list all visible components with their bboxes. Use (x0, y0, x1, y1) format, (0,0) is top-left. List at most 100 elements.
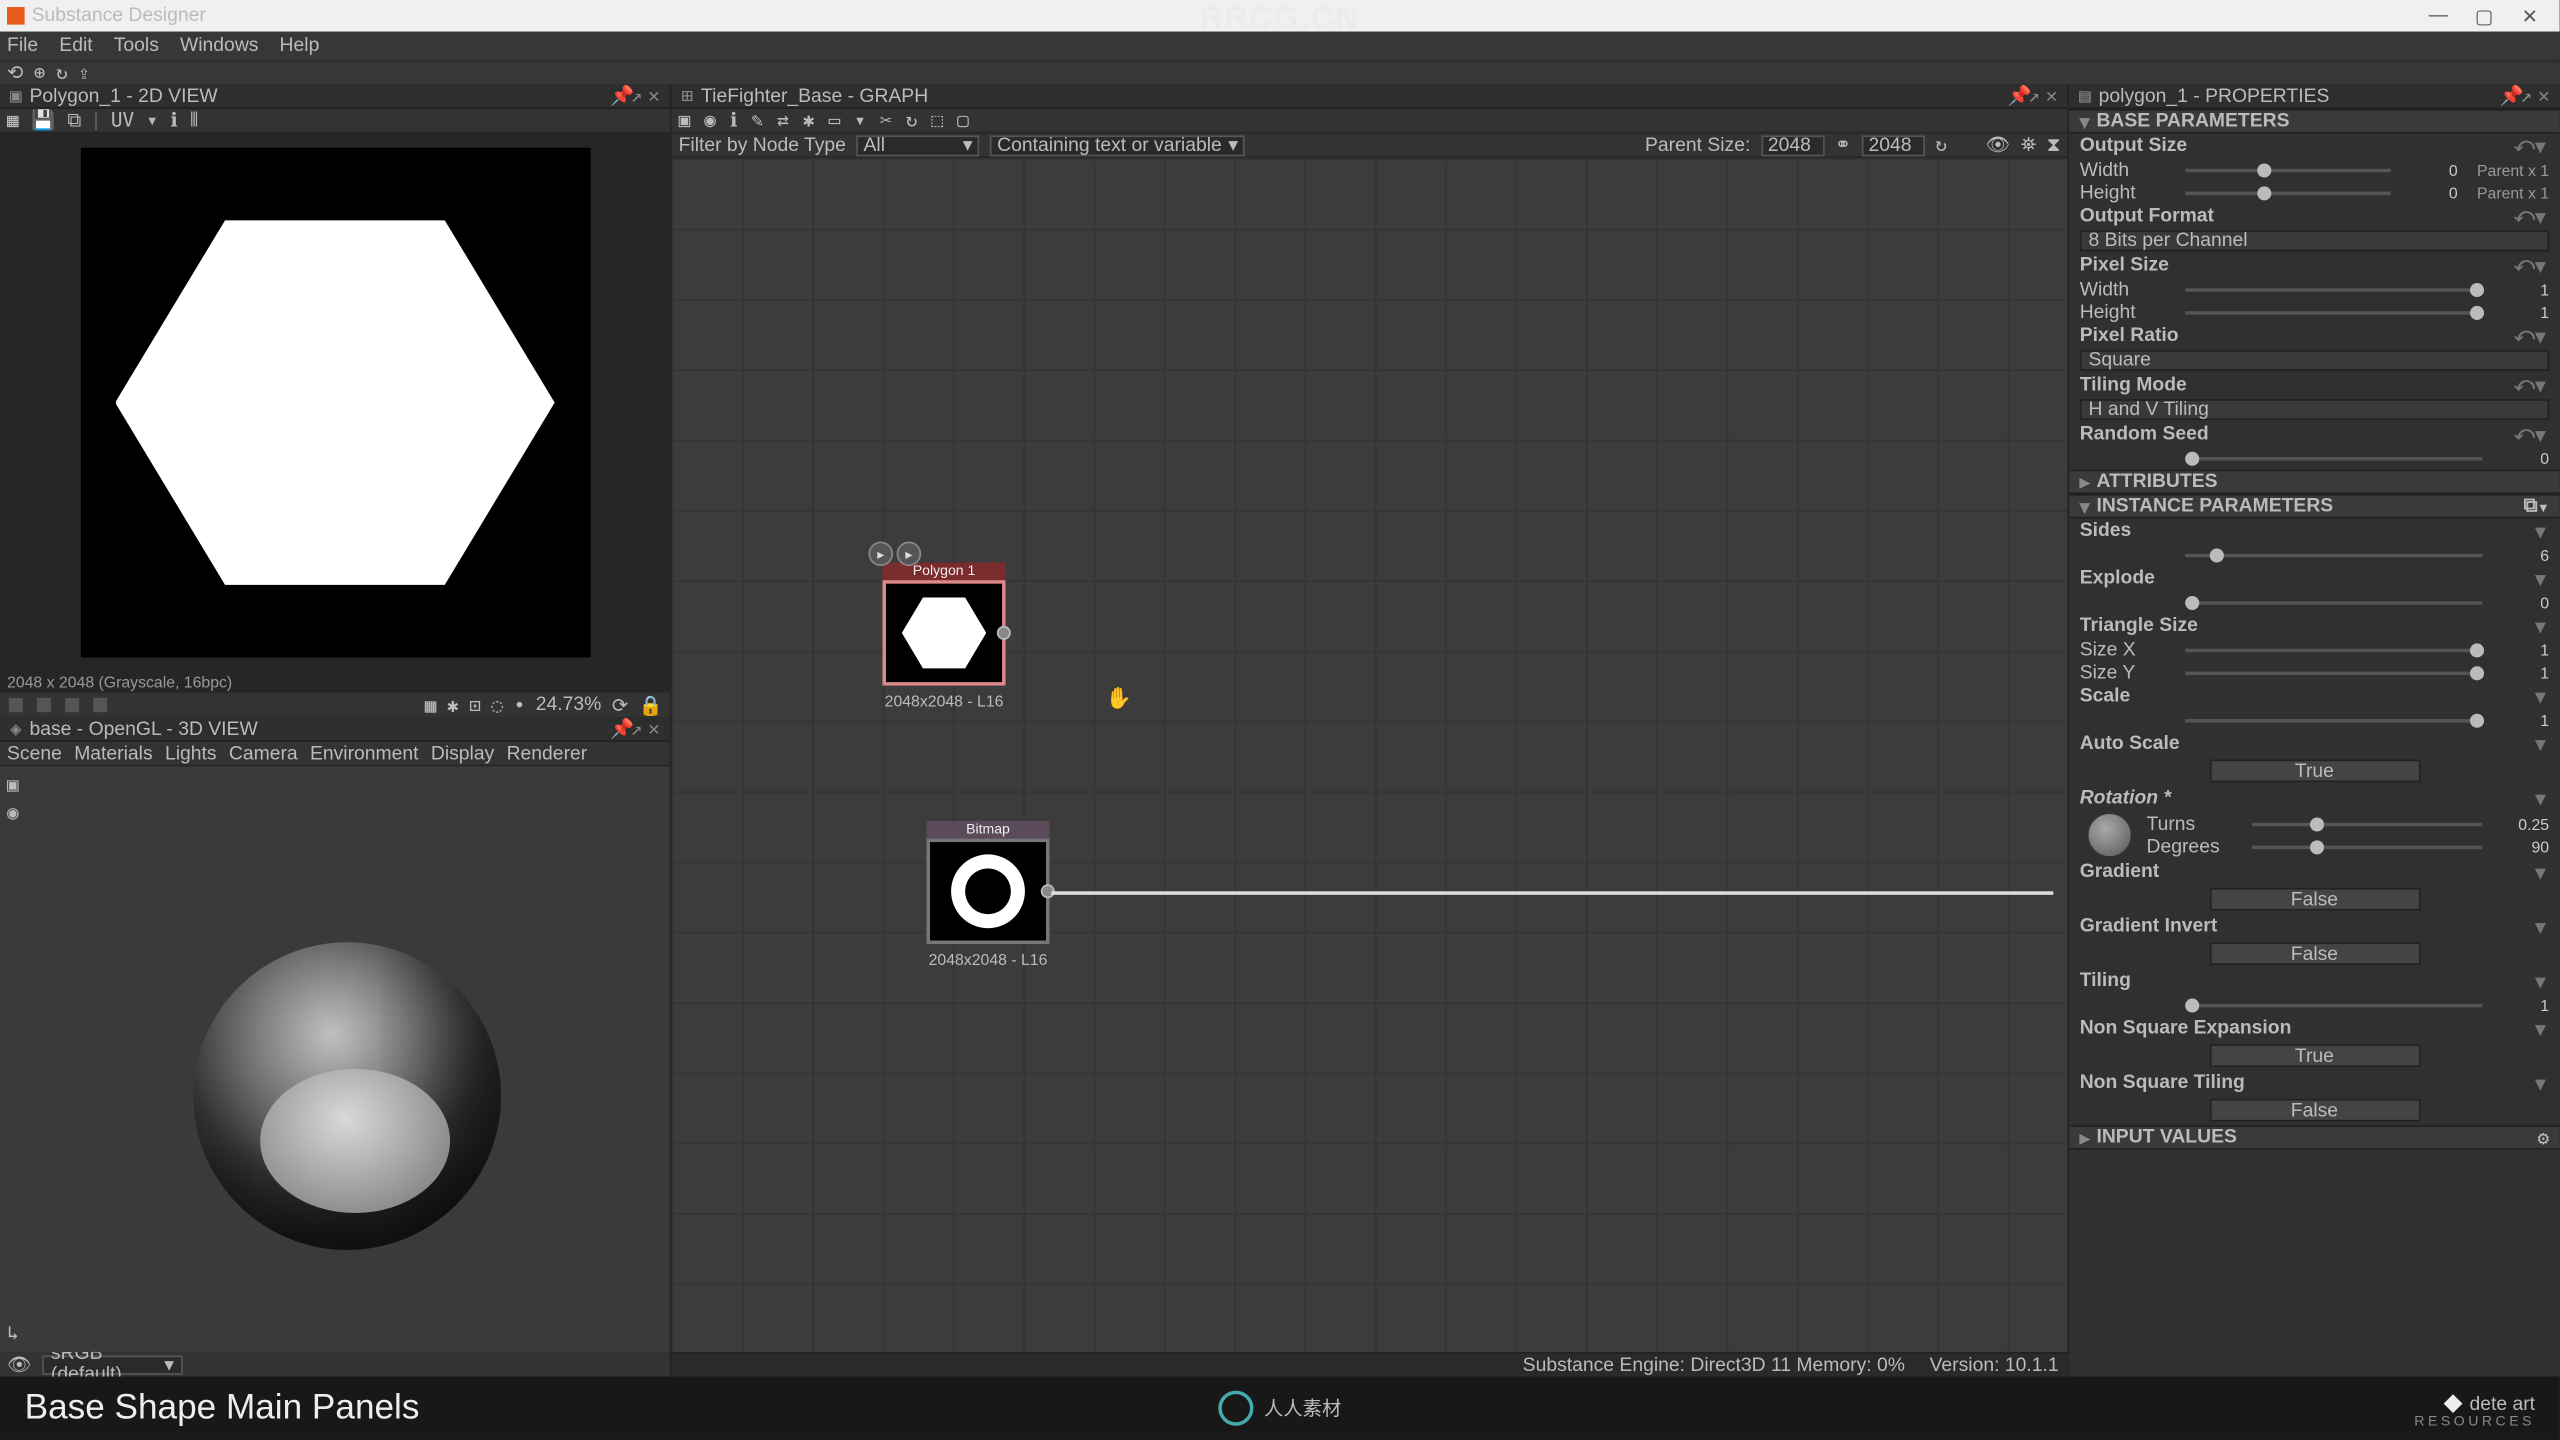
timer-icon[interactable]: ⧗ (2047, 133, 2061, 158)
val-tiling[interactable]: 1 (2496, 996, 2549, 1014)
menu-icon[interactable]: ▾ (2532, 732, 2550, 755)
refresh-icon[interactable]: ⟳ (612, 694, 628, 717)
val-pxh[interactable]: 1 (2496, 303, 2549, 321)
dot-icon[interactable]: ◌ (491, 694, 503, 717)
slider-degrees[interactable] (2252, 845, 2482, 849)
menu-icon[interactable]: ▾ (2532, 519, 2550, 542)
slider-sx[interactable] (2185, 648, 2482, 652)
section-base-params[interactable]: BASE PARAMETERS (2096, 111, 2289, 132)
select-icon[interactable]: ▣ (679, 109, 691, 132)
info-icon[interactable]: ℹ (170, 109, 177, 132)
dot-icon[interactable]: • (514, 694, 526, 717)
parent-width-input[interactable]: 2048 (1761, 134, 1824, 155)
globe-icon[interactable]: ⊕ (34, 62, 46, 85)
val-turns[interactable]: 0.25 (2496, 815, 2549, 833)
cut-icon[interactable]: ✂ (880, 109, 892, 132)
tab-properties[interactable]: polygon_1 - PROPERTIES (2099, 85, 2330, 106)
slider-tiling[interactable] (2185, 1003, 2482, 1007)
section-input-values[interactable]: INPUT VALUES (2096, 1127, 2236, 1148)
menu-icon[interactable]: ▾ (2532, 915, 2550, 938)
val-degrees[interactable]: 90 (2496, 838, 2549, 856)
node-bitmap[interactable]: Bitmap 2048x2048 - L16 (926, 821, 1049, 969)
menu-edit[interactable]: Edit (59, 35, 92, 56)
frame-icon[interactable]: ▭ (829, 109, 841, 132)
menu-lights[interactable]: Lights (165, 743, 217, 764)
snap-icon[interactable]: ✱ (447, 694, 459, 717)
record-icon[interactable]: ◉ (7, 802, 19, 825)
eyedrop-icon[interactable]: ✎ (751, 109, 763, 132)
menu-icon[interactable]: ▾ (2532, 787, 2550, 810)
window-maximize-button[interactable]: ▢ (2461, 4, 2507, 27)
slider-pxh[interactable] (2185, 310, 2482, 314)
diag-icon[interactable]: ⬚ (931, 109, 943, 132)
tab-2d-view[interactable]: Polygon_1 - 2D VIEW (30, 85, 218, 106)
tab-graph[interactable]: TieFighter_Base - GRAPH (701, 85, 928, 106)
tab-3d-view[interactable]: base - OpenGL - 3D VIEW (30, 718, 258, 739)
slider-pxw[interactable] (2185, 287, 2482, 291)
section-attributes[interactable]: ATTRIBUTES (2096, 471, 2217, 492)
view-icon[interactable]: 👁 (1986, 134, 2011, 157)
menu-icon[interactable]: ▾ (2532, 374, 2550, 397)
slider-width[interactable] (2185, 168, 2391, 172)
reset-icon[interactable]: ⤺ (2514, 324, 2532, 347)
section-instance-params[interactable]: INSTANCE PARAMETERS (2096, 496, 2333, 517)
menu-icon[interactable]: ▾ (2532, 254, 2550, 277)
colorspace-dropdown[interactable]: sRGB (default) ▾ (42, 1355, 183, 1374)
close-icon[interactable]: ✕ (645, 84, 663, 107)
combo-output-format[interactable]: 8 Bits per Channel (2080, 230, 2549, 251)
histogram-icon[interactable]: ⫴ (190, 108, 198, 133)
menu-windows[interactable]: Windows (180, 35, 258, 56)
val-height[interactable]: 0 (2405, 184, 2458, 202)
swatch-icon[interactable] (7, 696, 25, 714)
slider-sides[interactable] (2185, 553, 2482, 557)
new-icon[interactable]: ▦ (7, 109, 19, 132)
search-input[interactable]: Containing text or variable▾ (990, 134, 1245, 155)
btn-nsq-exp[interactable]: True (2209, 1044, 2420, 1067)
swatch-icon[interactable] (91, 696, 109, 714)
refresh-icon[interactable]: ↻ (1935, 134, 1947, 157)
menu-icon[interactable]: ▾ (2532, 1017, 2550, 1040)
filter-dropdown[interactable]: All▾ (856, 134, 979, 155)
menu-environment[interactable]: Environment (310, 743, 419, 764)
link-icon[interactable]: ⚭ (1835, 134, 1851, 157)
info-icon[interactable]: ℹ (730, 109, 737, 132)
menu-file[interactable]: File (7, 35, 38, 56)
redo-icon[interactable]: ↻ (56, 62, 68, 85)
close-icon[interactable]: ✕ (2043, 84, 2061, 107)
window-minimize-button[interactable]: — (2415, 5, 2461, 26)
val-width[interactable]: 0 (2405, 161, 2458, 179)
combo-pixel-ratio[interactable]: Square (2080, 350, 2549, 371)
pin-icon[interactable]: 📌 (610, 717, 628, 740)
menu-icon[interactable]: ▾ (2532, 567, 2550, 590)
graph-canvas[interactable]: ▸▸ Polygon 1 2048x2048 - L16 Bitmap 2048… (672, 158, 2068, 1376)
reset-icon[interactable]: ⤺ (2514, 254, 2532, 277)
menu-icon[interactable]: ▾ (2532, 685, 2550, 708)
menu-icon[interactable]: ▾ (2532, 970, 2550, 993)
node-polygon[interactable]: ▸▸ Polygon 1 2048x2048 - L16 (883, 563, 1006, 711)
view3d-canvas[interactable]: ▣ ◉ ↳ (0, 766, 670, 1351)
btn-gradient[interactable]: False (2209, 888, 2420, 911)
hub-icon[interactable]: ✱ (803, 109, 815, 132)
menu-camera[interactable]: Camera (229, 743, 298, 764)
pin-icon[interactable]: 📌 (610, 84, 628, 107)
slider-height[interactable] (2185, 191, 2391, 195)
camera-icon[interactable]: ◉ (704, 109, 716, 132)
val-sy[interactable]: 1 (2496, 664, 2549, 682)
menu-tools[interactable]: Tools (114, 35, 159, 56)
slider-turns[interactable] (2252, 822, 2482, 826)
rotation-knob[interactable] (2087, 812, 2133, 858)
val-scale[interactable]: 1 (2496, 711, 2549, 729)
lock-icon[interactable]: 🔒 (639, 694, 663, 717)
home-icon[interactable]: ⟲ (7, 62, 23, 85)
reset-icon[interactable]: ⤺ (2514, 205, 2532, 228)
copy-icon[interactable]: ⧉ (67, 108, 81, 133)
slider-explode[interactable] (2185, 600, 2482, 604)
popout-icon[interactable]: ↗ (628, 84, 646, 107)
val-sides[interactable]: 6 (2496, 546, 2549, 564)
menu-icon[interactable]: ▾ (2532, 614, 2550, 637)
swatch-icon[interactable] (63, 696, 81, 714)
btn-nsq-tiling[interactable]: False (2209, 1099, 2420, 1122)
eye-icon[interactable]: 👁 (7, 1353, 32, 1376)
val-sx[interactable]: 1 (2496, 641, 2549, 659)
btn-gradient-invert[interactable]: False (2209, 942, 2420, 965)
